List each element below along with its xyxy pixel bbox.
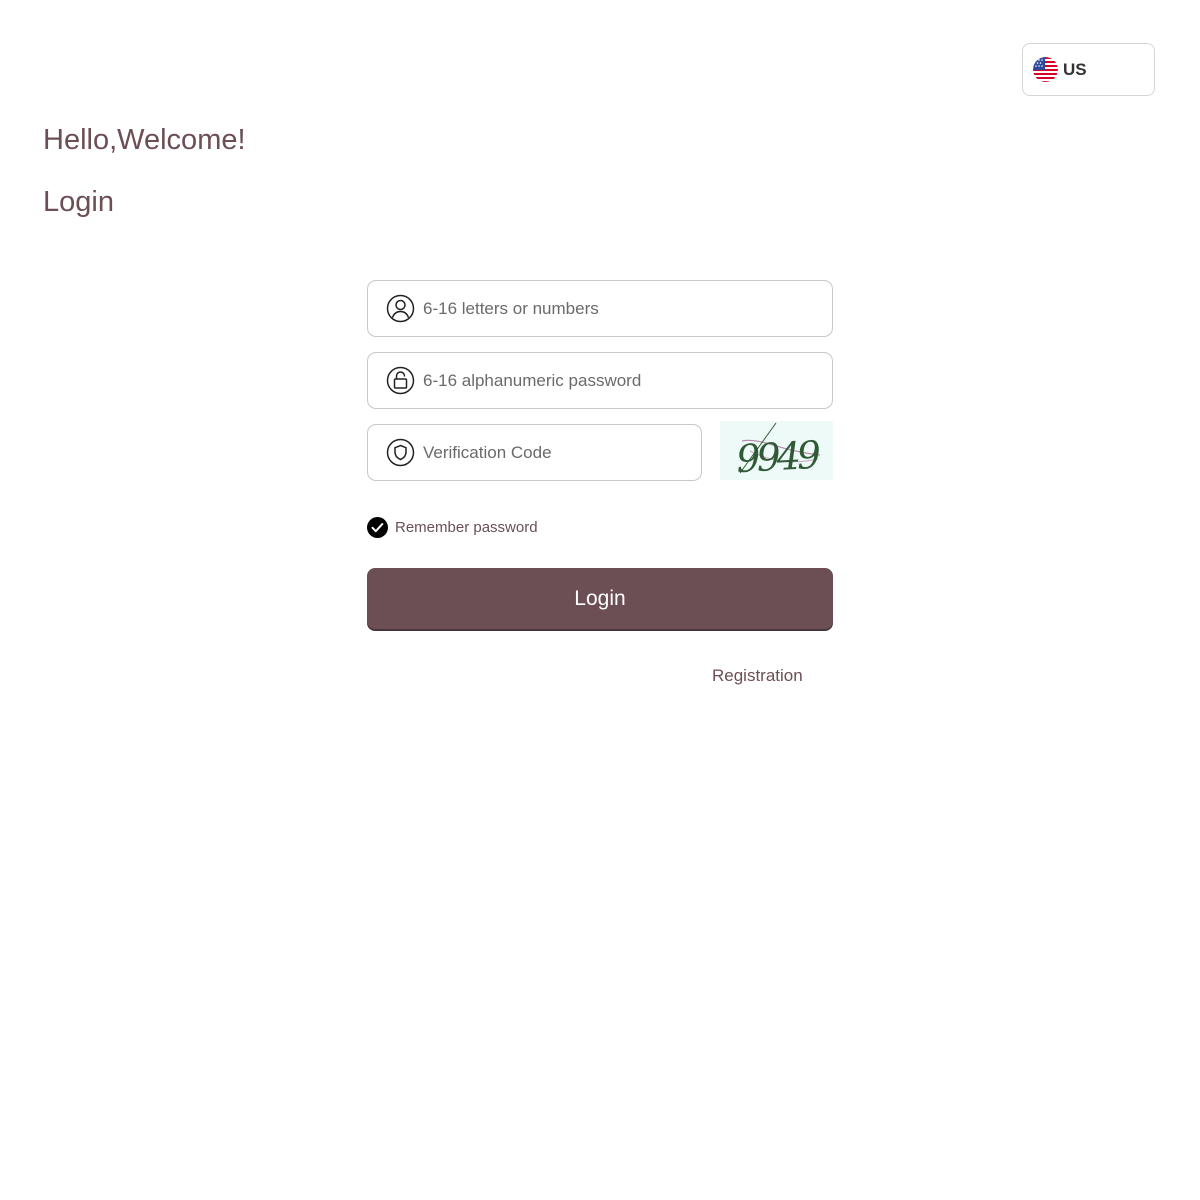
captcha-image[interactable]: 9949 [720, 421, 833, 481]
language-code-label: US [1063, 59, 1087, 79]
checkmark-icon [367, 517, 388, 538]
verification-code-field[interactable] [367, 424, 702, 481]
login-button[interactable]: Login [367, 568, 833, 629]
lock-icon [386, 366, 415, 395]
login-page: US Hello,Welcome! Login 6-16 letters or … [0, 0, 1200, 1200]
password-field[interactable] [367, 352, 833, 409]
login-heading: Login [43, 186, 114, 218]
password-input[interactable] [423, 353, 832, 408]
us-flag-icon [1033, 57, 1058, 82]
captcha-text: 9949 [735, 433, 822, 480]
welcome-title: Hello,Welcome! [43, 124, 246, 156]
remember-password-label: Remember password [395, 519, 538, 536]
remember-password-checkbox[interactable]: Remember password [367, 517, 538, 538]
user-icon [386, 294, 415, 323]
language-selector[interactable]: US [1022, 43, 1155, 96]
registration-link[interactable]: Registration [712, 666, 803, 686]
verification-code-input[interactable] [423, 425, 701, 480]
username-field[interactable] [367, 280, 833, 337]
shield-icon [386, 438, 415, 467]
username-input[interactable] [423, 281, 832, 336]
